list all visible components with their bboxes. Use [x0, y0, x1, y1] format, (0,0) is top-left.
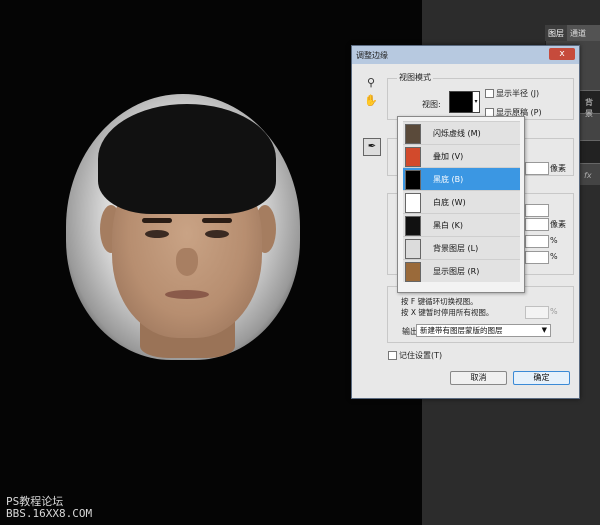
- feather-input[interactable]: [525, 218, 549, 231]
- portrait-nose: [176, 248, 198, 276]
- view-menu-item[interactable]: 背景图层 (L): [403, 236, 520, 259]
- panel-tabs: 图层 通道: [545, 25, 600, 41]
- view-menu-item[interactable]: 闪烁虚线 (M): [403, 121, 520, 144]
- view-menu-hint-2: 按 X 键暂时停用所有视图。: [401, 308, 494, 317]
- on-black-icon: [405, 170, 421, 190]
- cancel-button[interactable]: 取消: [450, 371, 507, 385]
- fx-icon[interactable]: fx: [584, 171, 592, 180]
- portrait-eye-right: [205, 230, 229, 238]
- marching-ants-icon: [405, 124, 421, 144]
- view-menu-item[interactable]: 黑底 (B): [403, 167, 520, 190]
- radius-unit: 像素: [550, 164, 566, 173]
- reveal-layer-icon: [405, 262, 421, 282]
- watermark: PS教程论坛 BBS.16XX8.COM: [6, 496, 92, 520]
- portrait-brow-left: [142, 218, 172, 223]
- portrait-mouth: [165, 290, 209, 299]
- view-menu-item[interactable]: 叠加 (V): [403, 144, 520, 167]
- view-mode-title: 视图模式: [397, 72, 433, 83]
- refine-edge-dialog: 调整边缘 x ⚲ ✋ ✒ 视图模式 视图: ▾ 显示半径 (J) 显示原稿 (P…: [351, 45, 580, 399]
- layer-name[interactable]: 背景: [585, 97, 600, 119]
- view-menu-item-label: 黑底 (B): [433, 175, 464, 184]
- show-radius-label: 显示半径 (J): [496, 89, 540, 98]
- show-radius-checkbox[interactable]: [485, 89, 494, 98]
- view-menu-item-label: 闪烁虚线 (M): [433, 129, 481, 138]
- watermark-line-2: BBS.16XX8.COM: [6, 507, 93, 520]
- black-white-icon: [405, 216, 421, 236]
- view-thumbnail[interactable]: [449, 91, 473, 113]
- view-menu-hint-1: 按 F 键循环切换视图。: [401, 297, 478, 306]
- portrait-brow-right: [202, 218, 232, 223]
- ok-button[interactable]: 确定: [513, 371, 570, 385]
- view-dropdown-toggle[interactable]: ▾: [472, 91, 480, 113]
- remember-settings-label: 记住设置(T): [399, 351, 443, 360]
- tab-channels[interactable]: 通道: [567, 25, 589, 41]
- dialog-title: 调整边缘: [356, 51, 388, 60]
- portrait-eye-left: [145, 230, 169, 238]
- smooth-input[interactable]: [525, 204, 549, 217]
- radius-input[interactable]: [525, 162, 549, 175]
- magnifier-icon[interactable]: ⚲: [364, 76, 378, 90]
- on-white-icon: [405, 193, 421, 213]
- view-label: 视图:: [422, 100, 441, 109]
- view-menu-item[interactable]: 显示图层 (R): [403, 259, 520, 282]
- view-menu-item[interactable]: 白底 (W): [403, 190, 520, 213]
- output-to-select[interactable]: 新建带有图层蒙版的图层 ▼: [416, 324, 551, 337]
- contrast-unit: %: [550, 236, 558, 245]
- layer-mask-thumbnail[interactable]: [578, 140, 600, 164]
- amount-input[interactable]: [525, 306, 549, 319]
- chevron-down-icon: ▼: [541, 326, 547, 334]
- amount-unit: %: [550, 307, 558, 316]
- view-menu-item[interactable]: 黑白 (K): [403, 213, 520, 236]
- view-menu-item-label: 白底 (W): [433, 198, 466, 207]
- remember-settings-checkbox[interactable]: [388, 351, 397, 360]
- on-layers-icon: [405, 239, 421, 259]
- hand-icon[interactable]: ✋: [364, 94, 378, 108]
- portrait-hair: [98, 104, 276, 214]
- output-to-value: 新建带有图层蒙版的图层: [420, 326, 503, 335]
- shift-edge-unit: %: [550, 252, 558, 261]
- view-menu-item-label: 背景图层 (L): [433, 244, 479, 253]
- view-menu-item-label: 叠加 (V): [433, 152, 464, 161]
- overlay-icon: [405, 147, 421, 167]
- contrast-input[interactable]: [525, 235, 549, 248]
- shift-edge-input[interactable]: [525, 251, 549, 264]
- view-menu: 闪烁虚线 (M) 叠加 (V) 黑底 (B) 白底 (W) 黑白 (K) 背景图…: [397, 116, 525, 293]
- tab-layers[interactable]: 图层: [545, 25, 567, 41]
- refine-brush-icon[interactable]: ✒: [363, 138, 381, 156]
- dialog-titlebar[interactable]: 调整边缘 x: [352, 46, 579, 64]
- view-menu-item-label: 黑白 (K): [433, 221, 464, 230]
- feather-unit: 像素: [550, 220, 566, 229]
- view-mode-group: [387, 78, 574, 120]
- view-menu-item-label: 显示图层 (R): [433, 267, 480, 276]
- close-button[interactable]: x: [549, 48, 575, 60]
